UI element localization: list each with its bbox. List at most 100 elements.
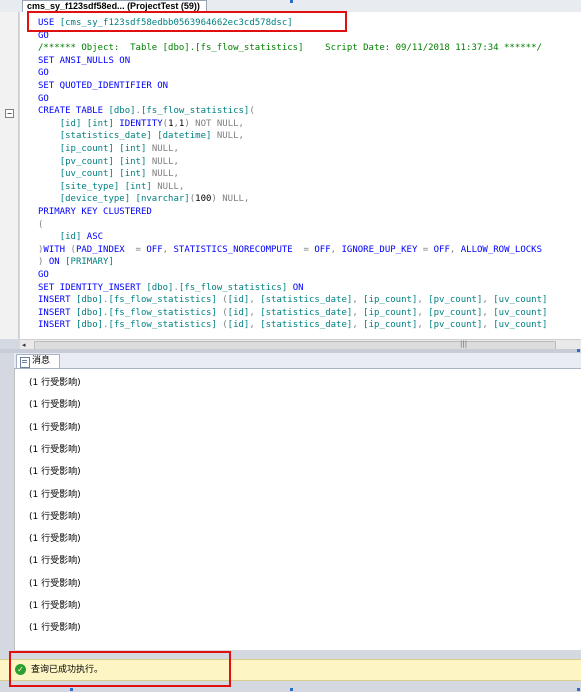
code-token: [pv_count] [int]: [59, 156, 152, 167]
message-line: (1 行受影响): [29, 601, 81, 611]
code-token: [uv_count]: [493, 320, 548, 331]
code-token: ON: [48, 257, 66, 268]
code-token: ) NULL,: [211, 194, 250, 205]
code-line: ) ON [PRIMARY]: [38, 256, 114, 268]
code-token: INSERT: [38, 295, 76, 306]
code-token: [ip_count] [int]: [59, 144, 152, 154]
code-token: [dbo]: [75, 320, 104, 331]
code-token: [fs_flow_statistics]: [108, 320, 223, 331]
code-token: IDENTITY: [119, 118, 163, 129]
code-token: [PRIMARY]: [65, 257, 114, 268]
code-token: ) NOT NULL,: [184, 118, 244, 129]
code-token: [id]: [227, 295, 250, 306]
code-token: [uv_count]: [493, 307, 548, 318]
code-token: ALLOW_ROW_LOCKS: [460, 244, 543, 255]
code-token: NULL,: [151, 144, 179, 154]
tab-messages[interactable]: 消息: [16, 354, 60, 368]
code-token: ,: [352, 295, 364, 306]
code-token: [device_type] [nvarchar]: [59, 194, 190, 205]
code-token: STATISTICS_NORECOMPUTE: [173, 244, 304, 255]
code-token: ,: [482, 320, 494, 331]
messages-pane[interactable]: (1 行受影响) (1 行受影响) (1 行受影响) (1 行受影响) (1 行受影响)…: [14, 369, 581, 650]
scrollbar-grip-icon: |||: [460, 340, 468, 348]
code-token: GO: [38, 270, 49, 280]
message-line: (1 行受影响): [29, 422, 81, 433]
collapse-toggle-icon[interactable]: −: [5, 109, 14, 118]
code-token: ,: [352, 307, 364, 318]
code-token: =: [303, 244, 315, 255]
code-token: [cms_sy_f123sdf58edbb0563964662ec3cd578d…: [59, 18, 293, 28]
code-token: INSERT: [38, 307, 76, 318]
code-line: GO: [38, 93, 49, 105]
code-editor[interactable]: USE [cms_sy_f123sdf58edbb0563964662ec3cd…: [20, 12, 581, 339]
code-line: [uv_count] [int] NULL,: [38, 168, 179, 180]
code-line: [device_type] [nvarchar](100) NULL,: [38, 193, 250, 205]
code-token: [fs_flow_statistics]: [178, 282, 293, 293]
message-line: (1 行受影响): [29, 467, 81, 478]
results-left-strip: [0, 353, 14, 650]
code-token: ASC: [86, 232, 104, 243]
code-token: PRIMARY KEY CLUSTERED: [38, 207, 152, 217]
code-line: INSERT [dbo].[fs_flow_statistics] ([id],…: [38, 307, 547, 319]
code-token: WITH: [43, 244, 71, 255]
code-line: [id] [int] IDENTITY(1,1) NOT NULL,: [38, 118, 244, 130]
code-token: /****** Object: Table [dbo].[fs_flow_sta…: [38, 43, 542, 54]
code-token: USE: [38, 18, 60, 28]
results-tab-strip: 消息: [14, 353, 581, 369]
code-token: SET QUOTED_IDENTIFIER ON: [38, 81, 169, 91]
code-token: GO: [38, 93, 49, 104]
code-token: IGNORE_DUP_KEY: [341, 244, 423, 255]
code-token: ON: [292, 282, 304, 293]
code-token: [fs_flow_statistics]: [140, 106, 250, 117]
code-line: CREATE TABLE [dbo].[fs_flow_statistics](: [38, 105, 255, 117]
message-line: (1 行受影响): [29, 378, 81, 388]
code-token: ,: [249, 320, 261, 331]
code-token: ,: [449, 244, 461, 255]
code-token: NULL,: [151, 169, 179, 180]
code-line: GO: [38, 67, 49, 79]
code-token: SET ANSI_NULLS ON: [38, 55, 131, 66]
code-token: OFF: [433, 244, 450, 255]
code-line: (: [38, 219, 43, 231]
code-token: GO: [38, 30, 49, 41]
code-token: [dbo]: [146, 282, 174, 293]
code-line: GO: [38, 269, 49, 281]
selection-handle: [577, 688, 580, 691]
code-line: SET QUOTED_IDENTIFIER ON: [38, 80, 168, 92]
code-token: NULL,: [157, 181, 185, 192]
message-line: (1 行受影响): [29, 400, 81, 411]
selection-handle: [577, 349, 580, 352]
code-token: [id] [int]: [59, 118, 120, 129]
code-token: [statistics_date]: [260, 320, 353, 331]
code-token: ,: [330, 244, 342, 255]
code-line: [ip_count] [int] NULL,: [38, 143, 179, 155]
code-token: [statistics_date]: [260, 307, 353, 318]
code-token: [statistics_date]: [260, 295, 353, 306]
code-token: [id]: [227, 320, 250, 331]
code-token: ,: [417, 307, 429, 318]
code-token: [site_type] [int]: [59, 181, 158, 192]
code-line: )WITH (PAD_INDEX = OFF, STATISTICS_NOREC…: [38, 244, 542, 256]
check-circle-icon: ✓: [15, 664, 26, 675]
message-line: (1 行受影响): [29, 489, 81, 500]
code-line: SET ANSI_NULLS ON: [38, 55, 130, 67]
code-token: (: [38, 219, 44, 230]
code-token: GO: [38, 68, 49, 79]
code-token: [id]: [59, 232, 87, 243]
code-token: 100: [195, 194, 212, 205]
message-line: (1 行受影响): [29, 578, 81, 589]
code-token: [ip_count]: [363, 320, 418, 331]
code-token: ,: [352, 320, 364, 331]
code-line: PRIMARY KEY CLUSTERED: [38, 206, 152, 218]
selection-handle: [290, 688, 293, 691]
code-token: ,: [249, 295, 261, 306]
code-token: (: [249, 106, 255, 117]
code-token: ): [38, 257, 49, 268]
code-token: =: [422, 244, 434, 255]
